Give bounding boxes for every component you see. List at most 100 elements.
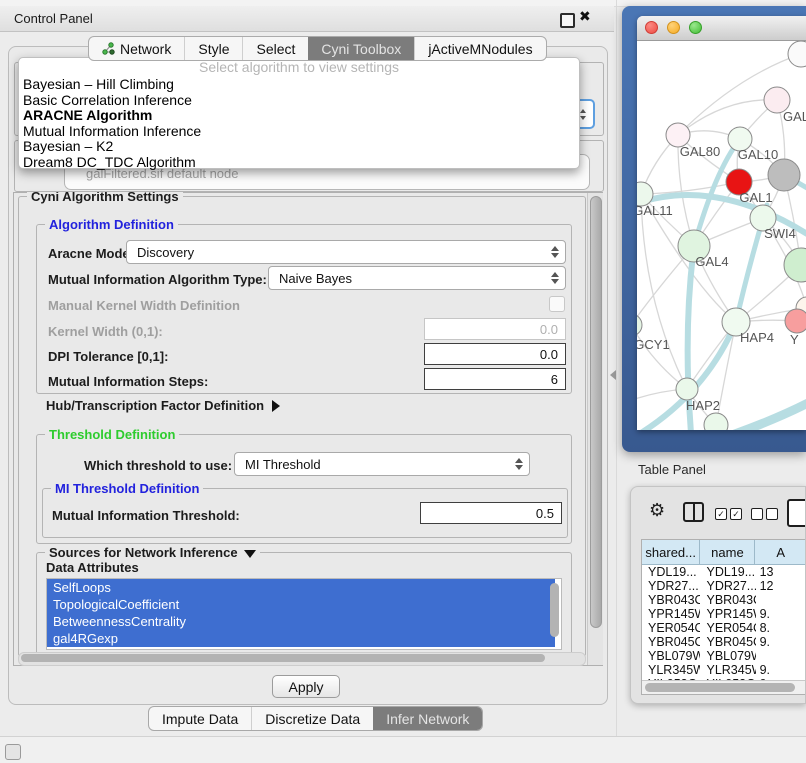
network-node-y[interactable] xyxy=(785,309,806,333)
scrollbar-thumb[interactable] xyxy=(21,654,545,662)
list-vertical-scrollbar[interactable] xyxy=(550,581,560,649)
network-window-titlebar[interactable] xyxy=(637,16,806,41)
algorithm-option[interactable]: Dream8 DC_TDC Algorithm xyxy=(19,155,579,171)
table-horizontal-scrollbar[interactable] xyxy=(642,680,806,694)
column-header[interactable]: A xyxy=(755,540,806,564)
table-cell[interactable]: YDR27... xyxy=(642,579,700,593)
tab-style[interactable]: Style xyxy=(184,37,242,60)
table-row[interactable]: YBL079WYBL079W xyxy=(642,649,806,663)
network-node[interactable] xyxy=(788,41,806,67)
algorithm-option[interactable]: Mutual Information Inference xyxy=(19,124,579,140)
table-row[interactable]: YLR345WYLR345W9. xyxy=(642,663,806,677)
table-row[interactable]: YDR27...YDR27...12 xyxy=(642,579,806,593)
scrollbar-thumb[interactable] xyxy=(645,683,795,692)
algorithm-option[interactable]: Basic Correlation Inference xyxy=(19,93,579,109)
which-threshold-combobox[interactable]: MI Threshold xyxy=(234,452,530,476)
data-attribute-item[interactable]: TopologicalCoefficient xyxy=(47,596,555,613)
tab-jactivemnodules[interactable]: jActiveMNodules xyxy=(414,37,545,60)
tab-network[interactable]: Network xyxy=(89,37,184,60)
table-cell[interactable] xyxy=(756,593,806,607)
table-cell[interactable]: 9. xyxy=(756,635,806,649)
column-header[interactable]: name xyxy=(700,540,755,564)
table-cell[interactable]: YBL079W xyxy=(642,649,700,663)
mi-threshold-input[interactable]: 0.5 xyxy=(420,502,562,524)
table-cell[interactable]: 9. xyxy=(756,607,806,621)
mi-steps-input[interactable]: 6 xyxy=(424,368,566,390)
hub-definition-toggle[interactable]: Hub/Transcription Factor Definition xyxy=(46,398,280,413)
network-node[interactable] xyxy=(768,159,800,191)
tab-cyni-toolbox[interactable]: Cyni Toolbox xyxy=(308,37,414,60)
network-canvas[interactable]: GALGAL80GAL10GAL1GAL11SWI4GAL4GCY1HAP4YH… xyxy=(637,41,806,430)
table-cell[interactable]: YBR045C xyxy=(700,635,755,649)
apply-button[interactable]: Apply xyxy=(272,675,340,698)
column-header[interactable]: shared... xyxy=(642,540,700,564)
table-cell[interactable]: YDL19... xyxy=(642,565,700,579)
gear-icon[interactable]: ⚙ xyxy=(649,501,665,519)
algorithm-option[interactable]: Bayesian – K2 xyxy=(19,139,579,155)
stepper-up-icon xyxy=(580,109,586,113)
table-row[interactable]: YBR043CYBR043C xyxy=(642,593,806,607)
float-panel-button[interactable] xyxy=(560,13,575,28)
new-table-icon[interactable] xyxy=(787,499,806,527)
panel-splitter[interactable] xyxy=(616,0,617,736)
network-edge xyxy=(641,194,687,389)
table-row[interactable]: YBR045CYBR045C9. xyxy=(642,635,806,649)
table-cell[interactable]: YLR345W xyxy=(642,663,700,677)
table-cell[interactable]: YER054C xyxy=(700,621,755,635)
bottom-tab-impute-data[interactable]: Impute Data xyxy=(149,707,251,730)
table-cell[interactable]: YDR27... xyxy=(700,579,755,593)
table-cell[interactable]: 9. xyxy=(756,663,806,677)
aracne-mode-label: Aracne Mode: xyxy=(48,246,134,261)
table-cell[interactable]: 13 xyxy=(756,565,806,579)
bottom-tab-infer-network[interactable]: Infer Network xyxy=(373,707,482,730)
table-cell[interactable]: YBR043C xyxy=(642,593,700,607)
manual-kernel-checkbox[interactable] xyxy=(549,296,565,312)
mi-algorithm-type-combobox[interactable]: Naive Bayes xyxy=(268,266,566,290)
close-window-button[interactable] xyxy=(645,21,658,34)
splitter-handle-icon[interactable] xyxy=(610,370,616,380)
select-all-columns-icon[interactable]: ✓ ✓ xyxy=(715,508,742,520)
data-attribute-item[interactable]: SelfLoops xyxy=(47,579,555,596)
table-cell[interactable]: YBL079W xyxy=(700,649,755,663)
table-cell[interactable]: YPR145W xyxy=(700,607,755,621)
table-row[interactable]: YDL19...YDL19...13 xyxy=(642,565,806,579)
algorithm-option[interactable]: Bayesian – Hill Climbing xyxy=(19,77,579,93)
minimize-window-button[interactable] xyxy=(667,21,680,34)
scrollbar-thumb[interactable] xyxy=(590,196,602,628)
deselect-all-columns-icon[interactable] xyxy=(751,508,778,520)
table-cell[interactable]: YER054C xyxy=(642,621,700,635)
network-node[interactable] xyxy=(784,248,806,282)
scrollbar-thumb[interactable] xyxy=(550,583,559,637)
collapsed-panel-icon[interactable] xyxy=(5,744,21,760)
dpi-tolerance-input[interactable]: 0.0 xyxy=(424,343,566,365)
network-node-gcy1[interactable] xyxy=(637,314,642,336)
zoom-window-button[interactable] xyxy=(689,21,702,34)
algorithm-dropdown: Select algorithm to view settings Bayesi… xyxy=(18,57,580,169)
close-panel-icon[interactable]: ✖ xyxy=(579,8,591,25)
network-node-hap2[interactable] xyxy=(676,378,698,400)
settings-vertical-scrollbar[interactable] xyxy=(587,193,603,665)
table-cell[interactable]: YDL19... xyxy=(700,565,755,579)
split-view-icon[interactable] xyxy=(683,502,704,522)
table-row[interactable]: YPR145WYPR145W9. xyxy=(642,607,806,621)
unchecked-checkbox-icon xyxy=(766,508,778,520)
table-cell[interactable]: YBR045C xyxy=(642,635,700,649)
table-cell[interactable]: YLR345W xyxy=(700,663,755,677)
table-row[interactable]: YER054CYER054C8. xyxy=(642,621,806,635)
sources-group-title[interactable]: Sources for Network Inference xyxy=(45,545,260,560)
aracne-mode-combobox[interactable]: Discovery xyxy=(126,240,566,264)
kernel-width-input[interactable]: 0.0 xyxy=(424,318,566,340)
table-cell[interactable]: YPR145W xyxy=(642,607,700,621)
bottom-tab-discretize-data[interactable]: Discretize Data xyxy=(251,707,373,730)
data-attribute-item[interactable]: gal4RGexp xyxy=(47,630,555,647)
table-cell[interactable]: 8. xyxy=(756,621,806,635)
table-cell[interactable]: 12 xyxy=(756,579,806,593)
control-panel-titlebar: Control Panel xyxy=(0,6,614,32)
manual-kernel-label: Manual Kernel Width Definition xyxy=(48,298,240,313)
data-attribute-item[interactable]: BetweennessCentrality xyxy=(47,613,555,630)
settings-horizontal-scrollbar[interactable] xyxy=(18,652,586,666)
table-cell[interactable] xyxy=(756,649,806,663)
tab-select[interactable]: Select xyxy=(242,37,308,60)
table-cell[interactable]: YBR043C xyxy=(700,593,755,607)
algorithm-option[interactable]: ARACNE Algorithm xyxy=(19,108,579,124)
